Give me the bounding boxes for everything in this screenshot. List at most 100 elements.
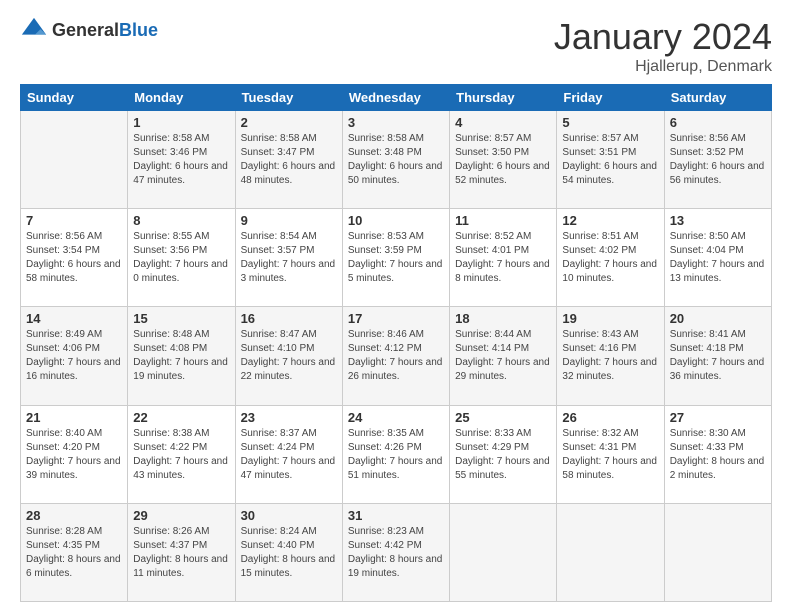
day-number: 4	[455, 115, 551, 130]
table-row: 24Sunrise: 8:35 AMSunset: 4:26 PMDayligh…	[342, 405, 449, 503]
day-info: Sunrise: 8:46 AMSunset: 4:12 PMDaylight:…	[348, 328, 444, 384]
page: GeneralBlue January 2024 Hjallerup, Denm…	[0, 0, 792, 612]
day-number: 11	[455, 213, 551, 228]
header-friday: Friday	[557, 85, 664, 111]
table-row: 5 Sunrise: 8:57 AMSunset: 3:51 PMDaylight…	[557, 111, 664, 209]
day-number: 28	[26, 508, 122, 523]
day-number: 31	[348, 508, 444, 523]
table-row: 7Sunrise: 8:56 AMSunset: 3:54 PMDaylight…	[21, 209, 128, 307]
table-row: 11 Sunrise: 8:52 AMSunset: 4:01 PMDayligh…	[450, 209, 557, 307]
day-info: Sunrise: 8:41 AMSunset: 4:18 PMDaylight:…	[670, 328, 766, 384]
table-row: 19Sunrise: 8:43 AMSunset: 4:16 PMDayligh…	[557, 307, 664, 405]
day-number: 8	[133, 213, 229, 228]
day-number: 6	[670, 115, 766, 130]
table-row: 30 Sunrise: 8:24 AMSunset: 4:40 PMDayligh…	[235, 503, 342, 601]
calendar-week-row: 14 Sunrise: 8:49 AMSunset: 4:06 PMDayligh…	[21, 307, 772, 405]
day-info: Sunrise: 8:49 AMSunset: 4:06 PMDaylight:…	[26, 328, 122, 384]
table-row: 14 Sunrise: 8:49 AMSunset: 4:06 PMDayligh…	[21, 307, 128, 405]
day-number: 25	[455, 410, 551, 425]
day-info: Sunrise: 8:40 AMSunset: 4:20 PMDaylight:…	[26, 427, 122, 483]
table-row	[557, 503, 664, 601]
header-sunday: Sunday	[21, 85, 128, 111]
table-row: 8 Sunrise: 8:55 AMSunset: 3:56 PMDaylight…	[128, 209, 235, 307]
day-number: 7	[26, 213, 122, 228]
table-row: 26 Sunrise: 8:32 AMSunset: 4:31 PMDayligh…	[557, 405, 664, 503]
day-info: Sunrise: 8:58 AMSunset: 3:46 PMDaylight:…	[133, 132, 229, 188]
logo-general: General	[52, 20, 119, 40]
day-number: 2	[241, 115, 337, 130]
header-monday: Monday	[128, 85, 235, 111]
table-row: 23 Sunrise: 8:37 AMSunset: 4:24 PMDayligh…	[235, 405, 342, 503]
day-number: 15	[133, 311, 229, 326]
day-info: Sunrise: 8:38 AMSunset: 4:22 PMDaylight:…	[133, 427, 229, 483]
day-info: Sunrise: 8:33 AMSunset: 4:29 PMDaylight:…	[455, 427, 551, 483]
day-number: 22	[133, 410, 229, 425]
location: Hjallerup, Denmark	[554, 58, 772, 76]
table-row	[450, 503, 557, 601]
calendar-week-row: 1 Sunrise: 8:58 AMSunset: 3:46 PMDaylight…	[21, 111, 772, 209]
table-row: 18 Sunrise: 8:44 AMSunset: 4:14 PMDayligh…	[450, 307, 557, 405]
table-row	[664, 503, 771, 601]
logo: GeneralBlue	[20, 16, 158, 44]
day-number: 24	[348, 410, 444, 425]
day-info: Sunrise: 8:44 AMSunset: 4:14 PMDaylight:…	[455, 328, 551, 384]
day-info: Sunrise: 8:24 AMSunset: 4:40 PMDaylight:…	[241, 525, 337, 581]
day-info: Sunrise: 8:51 AMSunset: 4:02 PMDaylight:…	[562, 230, 658, 286]
table-row: 22 Sunrise: 8:38 AMSunset: 4:22 PMDayligh…	[128, 405, 235, 503]
day-info: Sunrise: 8:58 AMSunset: 3:48 PMDaylight:…	[348, 132, 444, 188]
table-row: 15 Sunrise: 8:48 AMSunset: 4:08 PMDayligh…	[128, 307, 235, 405]
table-row: 31Sunrise: 8:23 AMSunset: 4:42 PMDayligh…	[342, 503, 449, 601]
table-row: 16Sunrise: 8:47 AMSunset: 4:10 PMDayligh…	[235, 307, 342, 405]
day-info: Sunrise: 8:50 AMSunset: 4:04 PMDaylight:…	[670, 230, 766, 286]
day-number: 17	[348, 311, 444, 326]
day-number: 1	[133, 115, 229, 130]
day-info: Sunrise: 8:53 AMSunset: 3:59 PMDaylight:…	[348, 230, 444, 286]
table-row: 6 Sunrise: 8:56 AMSunset: 3:52 PMDaylight…	[664, 111, 771, 209]
day-number: 29	[133, 508, 229, 523]
table-row: 21Sunrise: 8:40 AMSunset: 4:20 PMDayligh…	[21, 405, 128, 503]
day-info: Sunrise: 8:55 AMSunset: 3:56 PMDaylight:…	[133, 230, 229, 286]
day-number: 10	[348, 213, 444, 228]
day-number: 23	[241, 410, 337, 425]
day-number: 18	[455, 311, 551, 326]
table-row: 12Sunrise: 8:51 AMSunset: 4:02 PMDayligh…	[557, 209, 664, 307]
calendar-header-row: Sunday Monday Tuesday Wednesday Thursday…	[21, 85, 772, 111]
day-number: 5	[562, 115, 658, 130]
day-info: Sunrise: 8:47 AMSunset: 4:10 PMDaylight:…	[241, 328, 337, 384]
calendar-week-row: 7Sunrise: 8:56 AMSunset: 3:54 PMDaylight…	[21, 209, 772, 307]
day-info: Sunrise: 8:32 AMSunset: 4:31 PMDaylight:…	[562, 427, 658, 483]
header-wednesday: Wednesday	[342, 85, 449, 111]
table-row: 20 Sunrise: 8:41 AMSunset: 4:18 PMDayligh…	[664, 307, 771, 405]
day-info: Sunrise: 8:52 AMSunset: 4:01 PMDaylight:…	[455, 230, 551, 286]
day-number: 26	[562, 410, 658, 425]
day-info: Sunrise: 8:26 AMSunset: 4:37 PMDaylight:…	[133, 525, 229, 581]
table-row: 10 Sunrise: 8:53 AMSunset: 3:59 PMDayligh…	[342, 209, 449, 307]
day-info: Sunrise: 8:37 AMSunset: 4:24 PMDaylight:…	[241, 427, 337, 483]
logo-text: GeneralBlue	[52, 20, 158, 41]
header-saturday: Saturday	[664, 85, 771, 111]
day-info: Sunrise: 8:54 AMSunset: 3:57 PMDaylight:…	[241, 230, 337, 286]
header: GeneralBlue January 2024 Hjallerup, Denm…	[20, 16, 772, 76]
logo-icon	[20, 16, 48, 44]
day-number: 30	[241, 508, 337, 523]
table-row: 4 Sunrise: 8:57 AMSunset: 3:50 PMDaylight…	[450, 111, 557, 209]
table-row: 27Sunrise: 8:30 AMSunset: 4:33 PMDayligh…	[664, 405, 771, 503]
calendar-week-row: 21Sunrise: 8:40 AMSunset: 4:20 PMDayligh…	[21, 405, 772, 503]
logo-blue: Blue	[119, 20, 158, 40]
table-row: 13 Sunrise: 8:50 AMSunset: 4:04 PMDayligh…	[664, 209, 771, 307]
day-number: 13	[670, 213, 766, 228]
day-number: 20	[670, 311, 766, 326]
day-info: Sunrise: 8:57 AMSunset: 3:50 PMDaylight:…	[455, 132, 551, 188]
calendar-week-row: 28 Sunrise: 8:28 AMSunset: 4:35 PMDayligh…	[21, 503, 772, 601]
day-info: Sunrise: 8:28 AMSunset: 4:35 PMDaylight:…	[26, 525, 122, 581]
table-row: 1 Sunrise: 8:58 AMSunset: 3:46 PMDaylight…	[128, 111, 235, 209]
calendar-table: Sunday Monday Tuesday Wednesday Thursday…	[20, 84, 772, 602]
day-number: 9	[241, 213, 337, 228]
header-thursday: Thursday	[450, 85, 557, 111]
table-row: 25 Sunrise: 8:33 AMSunset: 4:29 PMDayligh…	[450, 405, 557, 503]
title-section: January 2024 Hjallerup, Denmark	[554, 16, 772, 76]
day-info: Sunrise: 8:48 AMSunset: 4:08 PMDaylight:…	[133, 328, 229, 384]
day-number: 14	[26, 311, 122, 326]
day-info: Sunrise: 8:56 AMSunset: 3:52 PMDaylight:…	[670, 132, 766, 188]
day-info: Sunrise: 8:57 AMSunset: 3:51 PMDaylight:…	[562, 132, 658, 188]
